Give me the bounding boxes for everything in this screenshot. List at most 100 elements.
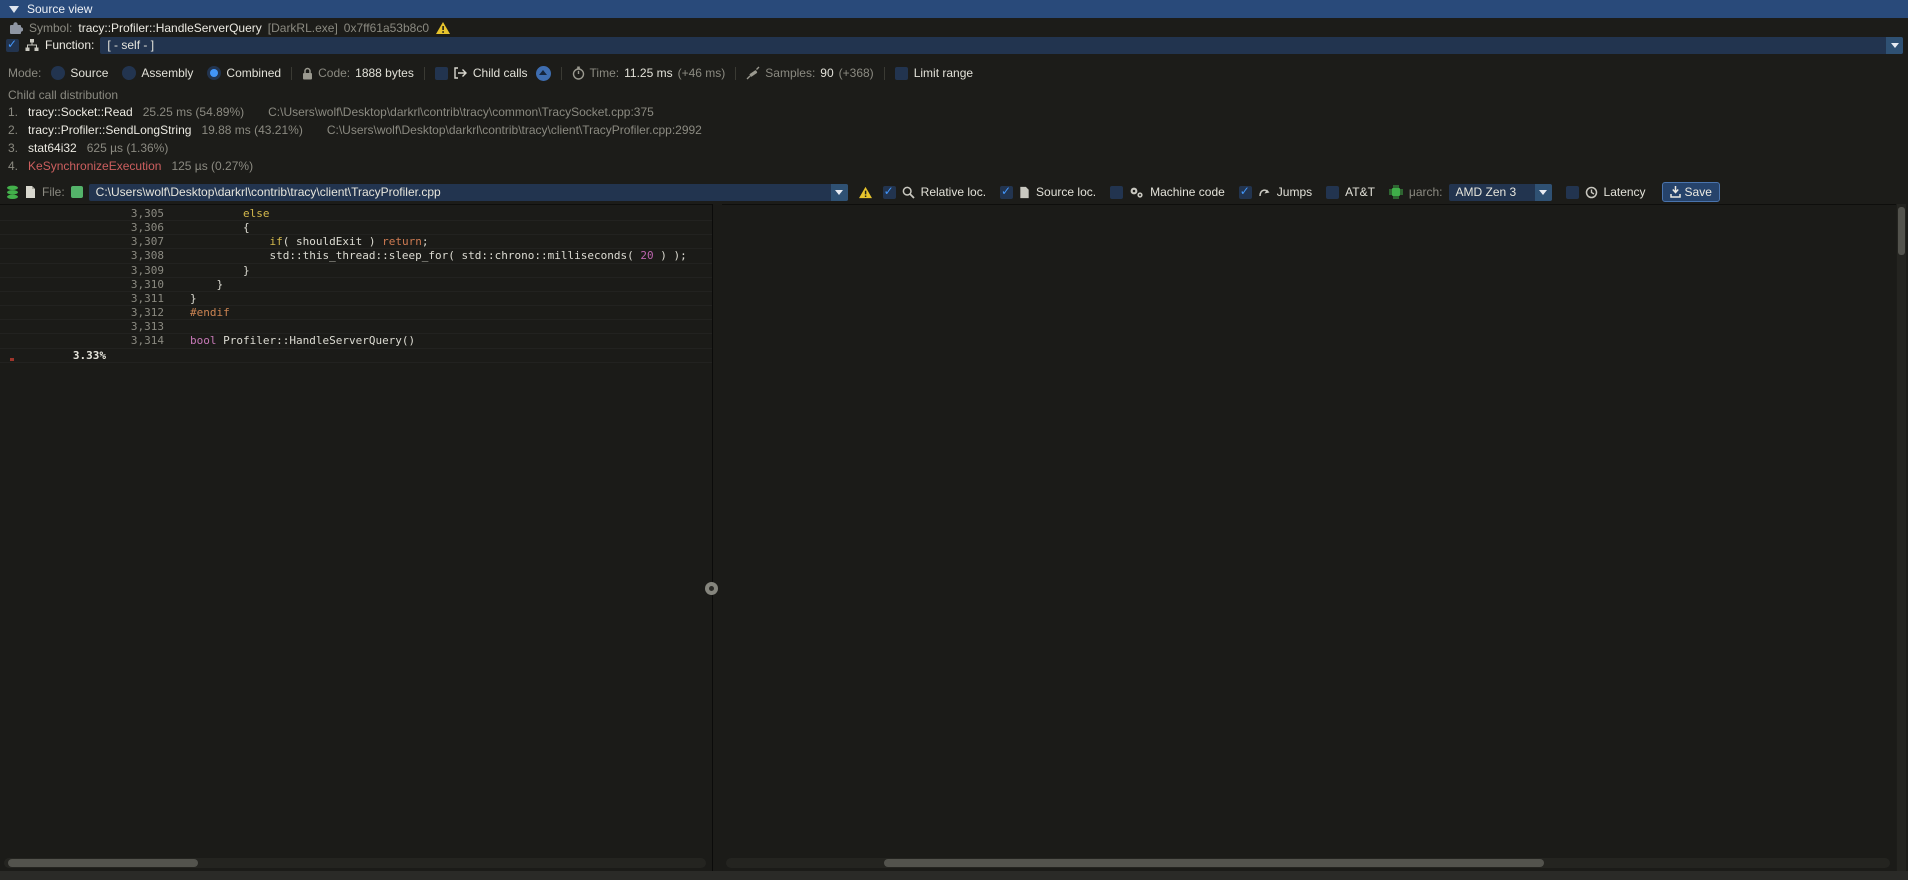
att-checkbox[interactable] xyxy=(1326,186,1339,199)
source-code: else xyxy=(190,207,269,221)
mode-radio-source[interactable] xyxy=(51,66,65,80)
uarch-label: μarch: xyxy=(1409,185,1443,199)
source-row[interactable]: 3,309 } xyxy=(0,264,712,278)
line-number: 3,311 xyxy=(112,292,164,306)
limit-range-checkbox[interactable] xyxy=(895,67,908,80)
child-call-index: 3. xyxy=(8,141,18,155)
gears-icon xyxy=(1129,186,1144,199)
source-row[interactable]: 3,308 std::this_thread::sleep_for( std::… xyxy=(0,249,712,263)
source-loc-label[interactable]: Source loc. xyxy=(1036,185,1096,199)
assembly-vscrollbar-thumb[interactable] xyxy=(1898,207,1905,255)
source-pane[interactable]: 3,305 else3,306 {3,307 if( shouldExit ) … xyxy=(0,204,712,873)
samples-value: 90 xyxy=(820,66,833,80)
relative-loc-checkbox[interactable] xyxy=(883,186,896,199)
child-call-item[interactable]: 3.stat64i32625 µs (1.36%) xyxy=(8,140,168,156)
latency-icon xyxy=(1585,186,1598,199)
child-call-time: 125 µs (0.27%) xyxy=(171,159,253,173)
child-call-header: Child call distribution xyxy=(8,88,118,102)
file-bar: File: C:\Users\wolf\Desktop\darkrl\contr… xyxy=(0,181,1908,203)
assembly-hscrollbar[interactable] xyxy=(726,858,1890,868)
collapse-arrow-icon[interactable] xyxy=(9,6,19,13)
source-hscrollbar-thumb[interactable] xyxy=(8,859,198,867)
child-call-item[interactable]: 2.tracy::Profiler::SendLongString19.88 m… xyxy=(8,122,702,138)
syringe-icon xyxy=(746,66,760,80)
line-number: 3,312 xyxy=(112,306,164,320)
warning-icon xyxy=(858,186,873,199)
samples-label: Samples: xyxy=(765,66,815,80)
source-row[interactable]: 3,314bool Profiler::HandleServerQuery() xyxy=(0,334,712,348)
window-bottom-edge xyxy=(0,871,1908,880)
child-call-name[interactable]: tracy::Profiler::SendLongString xyxy=(28,123,191,137)
child-calls-checkbox[interactable] xyxy=(435,67,448,80)
assembly-pane[interactable] xyxy=(722,204,1896,873)
chevron-down-icon[interactable] xyxy=(1535,184,1552,201)
source-row[interactable]: 3,311} xyxy=(0,292,712,306)
source-hscrollbar[interactable] xyxy=(4,858,706,868)
lock-icon xyxy=(302,67,313,80)
source-code: } xyxy=(190,278,223,292)
child-call-index: 4. xyxy=(8,159,18,173)
chevron-down-icon[interactable] xyxy=(1886,37,1903,54)
chevron-down-icon[interactable] xyxy=(831,184,848,201)
child-call-name[interactable]: stat64i32 xyxy=(28,141,77,155)
mode-source-label[interactable]: Source xyxy=(70,66,108,80)
window-titlebar[interactable]: Source view xyxy=(0,0,1908,18)
child-call-time: 19.88 ms (43.21%) xyxy=(201,123,302,137)
child-call-item[interactable]: 1.tracy::Socket::Read25.25 ms (54.89%)C:… xyxy=(8,104,654,120)
warning-icon xyxy=(435,21,451,35)
assembly-hscrollbar-thumb[interactable] xyxy=(884,859,1544,867)
mode-radio-assembly[interactable] xyxy=(122,66,136,80)
latency-label[interactable]: Latency xyxy=(1604,185,1646,199)
file-combo[interactable]: C:\Users\wolf\Desktop\darkrl\contrib\tra… xyxy=(89,184,848,201)
file-color-box xyxy=(71,186,83,198)
function-checkbox[interactable] xyxy=(6,39,19,52)
splitter-knob[interactable] xyxy=(705,582,718,595)
child-call-name[interactable]: KeSynchronizeExecution xyxy=(28,159,161,173)
source-row[interactable]: 3.33% xyxy=(0,349,712,363)
code-value: 1888 bytes xyxy=(355,66,414,80)
separator xyxy=(424,67,425,80)
source-row[interactable]: 3,307 if( shouldExit ) return; xyxy=(0,235,712,249)
source-row[interactable]: 3,305 else xyxy=(0,207,712,221)
uarch-combo-value: AMD Zen 3 xyxy=(1456,185,1517,199)
source-row[interactable]: 3,312#endif xyxy=(0,306,712,320)
assembly-vscrollbar[interactable] xyxy=(1897,204,1906,872)
latency-checkbox[interactable] xyxy=(1566,186,1579,199)
relative-loc-label[interactable]: Relative loc. xyxy=(921,185,986,199)
window-title: Source view xyxy=(27,2,92,16)
child-calls-label[interactable]: Child calls xyxy=(473,66,528,80)
function-combo[interactable]: [ - self - ] xyxy=(100,37,1903,54)
save-label: Save xyxy=(1685,185,1712,199)
source-row[interactable]: 3,313 xyxy=(0,320,712,334)
source-row[interactable]: 3,306 { xyxy=(0,221,712,235)
child-call-name[interactable]: tracy::Socket::Read xyxy=(28,105,133,119)
mode-assembly-label[interactable]: Assembly xyxy=(141,66,193,80)
mode-radio-combined[interactable] xyxy=(207,66,221,80)
magnifier-icon xyxy=(902,186,915,199)
source-code: if( shouldExit ) return; xyxy=(190,235,428,249)
line-number: 3,313 xyxy=(112,320,164,334)
machine-code-label[interactable]: Machine code xyxy=(1150,185,1225,199)
source-code: } xyxy=(190,292,197,306)
att-label[interactable]: AT&T xyxy=(1345,185,1375,199)
mode-combined-label[interactable]: Combined xyxy=(226,66,281,80)
uarch-combo[interactable]: AMD Zen 3 xyxy=(1449,184,1552,201)
jumps-label[interactable]: Jumps xyxy=(1277,185,1312,199)
file-icon xyxy=(25,185,36,199)
child-call-path: C:\Users\wolf\Desktop\darkrl\contrib\tra… xyxy=(327,123,702,137)
line-number: 3,307 xyxy=(112,235,164,249)
source-row[interactable]: 3,310 } xyxy=(0,278,712,292)
time-delta: (+46 ms) xyxy=(678,66,726,80)
jumps-checkbox[interactable] xyxy=(1239,186,1252,199)
child-call-item[interactable]: 4. KeSynchronizeExecution 125 µs (0.27%) xyxy=(8,158,253,174)
function-bar: Function: [ - self - ] xyxy=(0,37,1908,53)
child-call-list: 1.tracy::Socket::Read25.25 ms (54.89%)C:… xyxy=(0,104,1908,180)
mode-label: Mode: xyxy=(8,66,41,80)
machine-code-checkbox[interactable] xyxy=(1110,186,1123,199)
source-loc-checkbox[interactable] xyxy=(1000,186,1013,199)
collapse-child-calls-button[interactable] xyxy=(536,66,551,81)
limit-range-label[interactable]: Limit range xyxy=(914,66,973,80)
code-label: Code: xyxy=(318,66,350,80)
child-call-path: C:\Users\wolf\Desktop\darkrl\contrib\tra… xyxy=(268,105,654,119)
save-button[interactable]: Save xyxy=(1662,182,1720,202)
